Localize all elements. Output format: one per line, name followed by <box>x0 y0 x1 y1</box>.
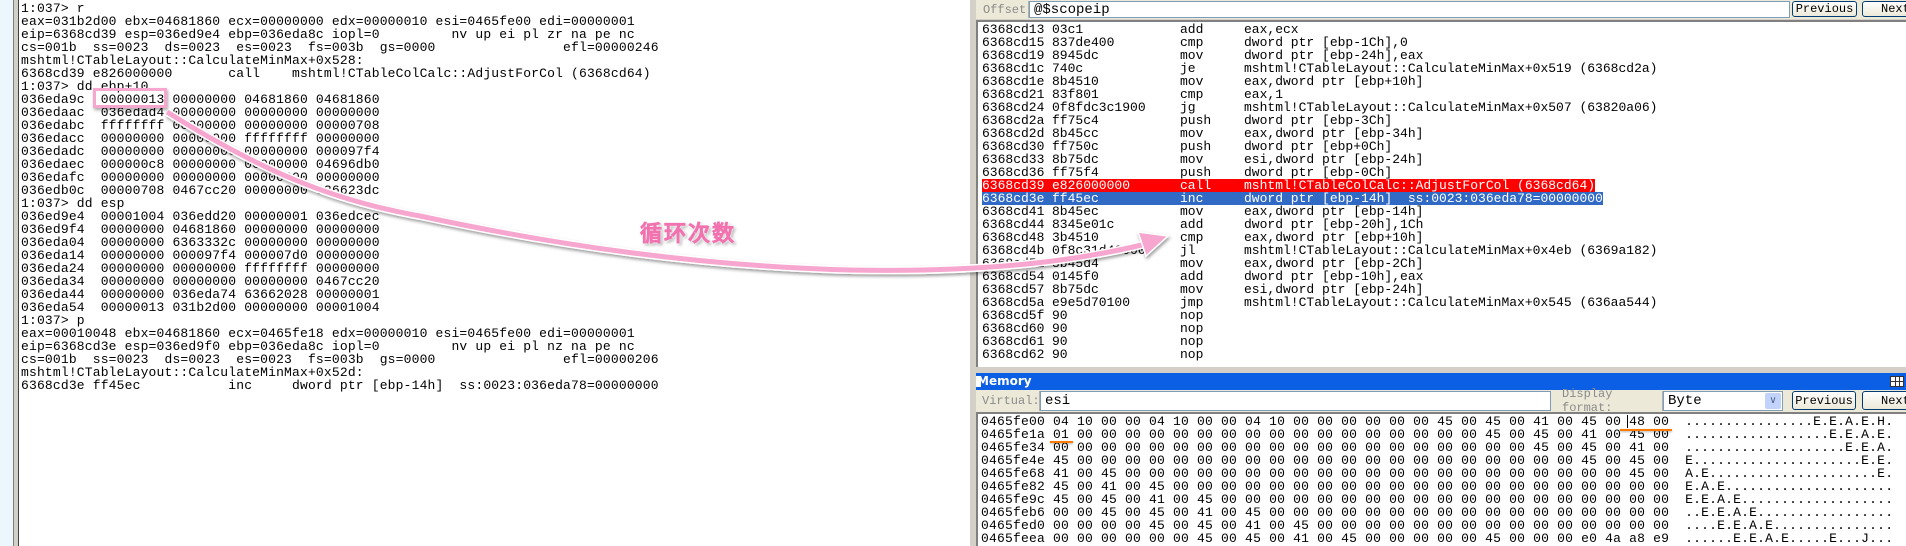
underline-annotation <box>1050 441 1073 443</box>
disassembly-toolbar: Offset: @$scopeip Previous Next <box>976 0 1906 19</box>
desktop-edge <box>0 0 13 546</box>
chevron-down-icon[interactable]: ∨ <box>1765 393 1781 409</box>
display-format-label: Display format: <box>1556 387 1663 415</box>
memory-title: Memory <box>977 374 1032 388</box>
virtual-label: Virtual: <box>976 391 1040 411</box>
memory-next-button[interactable]: Next <box>1862 391 1906 410</box>
instruction-bytes: 90 <box>1052 308 1068 323</box>
window-menu-icon[interactable] <box>1890 376 1904 387</box>
highlight-box-annotation <box>93 88 167 108</box>
instruction-address: 6368cd62 <box>982 347 1045 362</box>
virtual-address-input[interactable]: esi <box>1040 391 1551 411</box>
instruction-bytes: 90 <box>1052 347 1068 362</box>
offset-label: Offset: <box>977 1 1033 18</box>
offset-input[interactable]: @$scopeip <box>1029 1 1790 18</box>
memory-address: 0465feea <box>981 531 1046 546</box>
console-line: 6368cd3e ff45ec inc dword ptr [ebp-14h] … <box>21 378 659 393</box>
disassembly-next-button[interactable]: Next <box>1862 1 1906 17</box>
disassembly-list[interactable]: 6368cd13 03c1 add eax,ecx 6368cd15 837de400 cm… <box>976 20 1906 367</box>
right-pane: Offset: @$scopeip Previous Next 6368cd13… <box>976 0 1906 546</box>
memory-ascii: ......E.E.A.E.....E...J... <box>1685 531 1894 546</box>
command-window-output[interactable]: 1:037> r eax=031b2d00 ebx=04681860 ecx=00… <box>19 0 969 546</box>
instruction-operands: mshtml!CTableLayout::CalculateMinMax+0x5… <box>1244 295 1658 310</box>
memory-toolbar: Virtual: esi Display format: Byte ∨ Prev… <box>976 387 1906 415</box>
display-format-value: Byte <box>1668 393 1702 409</box>
annotation-label: 循环次数 <box>640 222 737 248</box>
underline-annotation <box>1620 429 1672 431</box>
instruction-bytes: 90 <box>1052 321 1068 336</box>
memory-dump[interactable]: 0465fe00 04 10 00 00 04 10 00 00 04 10 0… <box>976 412 1906 546</box>
instruction-bytes: e9e5d70100 <box>1052 295 1131 310</box>
pane-splitter[interactable] <box>969 0 976 546</box>
disassembly-row[interactable]: 6368cd62 90 nop <box>982 348 1244 361</box>
disassembly-previous-button[interactable]: Previous <box>1792 1 1857 17</box>
instruction-mnemonic: nop <box>1180 347 1204 362</box>
text-caret <box>1627 415 1628 428</box>
display-format-select[interactable]: Byte ∨ <box>1663 391 1783 411</box>
disassembly-row[interactable]: 6368cd5a e9e5d70100 jmp mshtml!CTableLayout… <box>982 296 1657 309</box>
instruction-bytes: 90 <box>1052 334 1068 349</box>
memory-title-bar[interactable]: Memory <box>976 373 1906 390</box>
memory-bytes: 00 00 00 00 00 00 45 00 45 00 41 00 45 0… <box>1053 531 1670 546</box>
memory-row: 0465feea 00 00 00 00 00 00 45 00 45 00 4… <box>981 532 1893 545</box>
memory-previous-button[interactable]: Previous <box>1792 391 1856 410</box>
